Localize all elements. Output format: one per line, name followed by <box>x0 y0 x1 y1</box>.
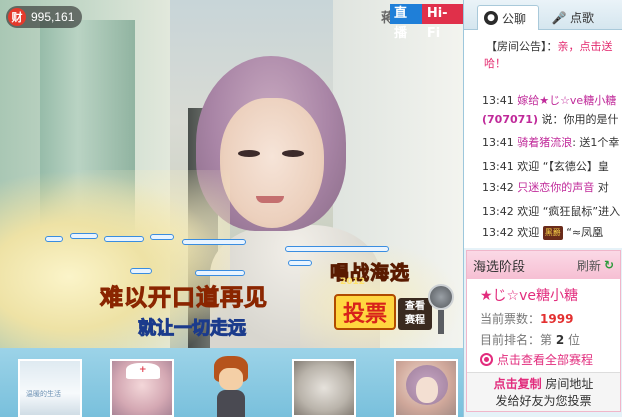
chat-user[interactable]: 只迷恋你的声音 <box>517 181 594 194</box>
target-icon <box>480 353 493 366</box>
cartoon-body <box>217 390 245 417</box>
chat-message: (707071) 说：你用的是什 <box>482 113 618 127</box>
microphone-icon <box>428 284 458 336</box>
chat-time: 13:41 <box>482 94 514 107</box>
room-address-label: 房间地址 <box>545 377 594 391</box>
rank-label: 目前排名：第 <box>480 333 553 347</box>
vip-badge: 黑爵 <box>542 226 563 240</box>
tab-public-chat-label: 公聊 <box>502 11 527 26</box>
thumbnail-5[interactable] <box>394 359 458 417</box>
coin-icon: 财 <box>8 8 26 26</box>
room-notice-prefix: 【房间公告】： <box>486 40 558 53</box>
view-all-schedule-label: 点击查看全部赛程 <box>497 353 594 367</box>
cartoon-face <box>219 368 243 390</box>
gift-thumbnail-strip: 温暖的生活 + <box>0 348 463 417</box>
view-schedule-button[interactable]: 查看 赛程 <box>398 298 432 330</box>
contest-panel: 海选阶段 刷新 ↻ ★じ☆ve糖小糖 当前票数：1999 目前排名：第 2 位 … <box>466 250 621 412</box>
performer-eye-left <box>238 150 260 157</box>
rank-value: 2 <box>555 333 565 347</box>
refresh-button[interactable]: 刷新 ↻ <box>577 257 614 274</box>
chat-log[interactable]: 【房间公告】：亲，点击送 哈！ 13:41 嫁给★じ☆ve糖小糖 (707071… <box>464 30 622 248</box>
vote-count-row: 当前票数：1999 <box>480 310 573 327</box>
view-schedule-label-2: 赛程 <box>405 315 425 326</box>
vote-count-value: 1999 <box>540 312 574 326</box>
performer-mouth <box>256 196 284 203</box>
thumbnail-3-cartoon[interactable] <box>212 354 252 417</box>
right-panel: ● 公聊 🎤 点歌 【房间公告】：亲，点击送 哈！ 13:41 嫁给★じ☆ve糖… <box>463 0 622 417</box>
refresh-label: 刷新 <box>576 258 601 273</box>
room-notice-text: 亲，点击送 <box>557 40 613 53</box>
tab-song-request-label: 点歌 <box>570 11 595 25</box>
performer-eye-right <box>282 150 304 157</box>
chat-message: 13:41 嫁给★じ☆ve糖小糖 <box>482 94 616 108</box>
thumbnail-1-caption: 温暖的生活 <box>26 390 61 398</box>
chat-user-id[interactable]: (707071) <box>482 113 538 126</box>
room-notice-tail: 哈！ <box>484 57 506 70</box>
panel-tabs: ● 公聊 🎤 点歌 <box>464 0 622 30</box>
copy-label: 点击复制 <box>493 377 542 391</box>
tab-song-request[interactable]: 🎤 点歌 <box>546 5 600 30</box>
thumbnail-5-face <box>416 377 438 403</box>
chat-time: 13:42 <box>482 205 514 218</box>
lyric-line-next: 就让一切走远 <box>138 318 247 340</box>
live-label: 直播 <box>390 4 422 41</box>
rank-unit: 位 <box>568 333 581 347</box>
hifi-label: Hi-Fi <box>421 4 463 41</box>
red-cross-icon: + <box>139 365 147 375</box>
chat-text: 说：你用的是什 <box>537 113 619 126</box>
pitch-bar <box>104 236 144 242</box>
chat-bubble-icon: ● <box>484 11 498 25</box>
chat-text: : 送1个幸 <box>572 136 620 149</box>
contestant-name: ★じ☆ve糖小糖 <box>480 288 578 304</box>
pitch-bar <box>195 270 245 276</box>
pitch-bar <box>70 233 98 239</box>
vote-banner-year: 2012 <box>340 277 366 287</box>
performer-face <box>220 98 324 228</box>
chat-message: 13:42 欢迎 “疯狂鼠标”进入 <box>482 205 620 219</box>
chat-message: 13:42 欢迎 黑爵 “≈凤凰 <box>482 226 603 240</box>
chat-time: 13:41 <box>482 136 514 149</box>
video-player[interactable]: 财 995,161 蒋 直播 Hi-Fi 难以开口道再见 就让一切走远 唱战海选… <box>0 0 463 348</box>
chat-user[interactable]: 骑着猪流浪 <box>517 136 572 149</box>
chat-text: 对 <box>594 181 609 194</box>
view-all-schedule-link[interactable]: 点击查看全部赛程 <box>480 351 593 368</box>
microphone-small-icon: 🎤 <box>551 10 567 25</box>
room-notice: 【房间公告】：亲，点击送 <box>486 38 622 55</box>
chat-user[interactable]: 嫁给★じ☆ve糖小糖 <box>517 94 616 107</box>
thumbnail-1[interactable]: 温暖的生活 <box>18 359 82 417</box>
rank-row: 目前排名：第 2 位 <box>480 331 580 348</box>
contest-header: 海选阶段 刷新 ↻ <box>467 251 620 279</box>
chat-time: 13:41 <box>482 160 514 173</box>
chat-text: “≈凤凰 <box>562 226 604 239</box>
chat-message: 13:41 骑着猪流浪: 送1个幸 <box>482 136 619 150</box>
chat-time: 13:42 <box>482 181 514 194</box>
pitch-bar <box>130 268 152 274</box>
pitch-bar <box>288 260 312 266</box>
view-schedule-label-1: 查看 <box>405 301 425 312</box>
pitch-bar <box>182 239 246 245</box>
vote-banner[interactable]: 唱战海选 2012 投票 查看 赛程 <box>329 258 463 342</box>
vote-count-label: 当前票数： <box>480 312 541 326</box>
refresh-icon: ↻ <box>603 258 614 272</box>
thumbnail-2[interactable]: + <box>110 359 174 417</box>
chat-text: 欢迎 “疯狂鼠标”进入 <box>517 205 621 218</box>
chat-message: 13:42 只迷恋你的声音 对 <box>482 181 609 195</box>
chat-time: 13:42 <box>482 226 514 239</box>
pitch-bar <box>45 236 63 242</box>
pitch-bar <box>150 234 174 240</box>
live-badge: 直播 Hi-Fi <box>390 4 463 41</box>
chat-message: 13:41 欢迎 “【玄德公】皇 <box>482 160 609 174</box>
chat-text: 欢迎 <box>517 226 543 239</box>
coin-value: 995,161 <box>31 10 75 24</box>
vote-button[interactable]: 投票 <box>334 294 396 330</box>
contest-stage-title: 海选阶段 <box>473 259 526 275</box>
thumbnail-4[interactable] <box>292 359 356 417</box>
pitch-bar <box>285 246 389 252</box>
coin-balance: 财 995,161 <box>6 6 83 28</box>
lyric-line-current: 难以开口道再见 <box>100 285 268 312</box>
copy-room-link[interactable]: 点击复制 房间地址 发给好友为您投票 <box>467 372 620 411</box>
chat-text: 欢迎 “【玄德公】皇 <box>517 160 609 173</box>
tab-public-chat[interactable]: ● 公聊 <box>477 5 539 30</box>
share-vote-label: 发给好友为您投票 <box>495 394 592 408</box>
